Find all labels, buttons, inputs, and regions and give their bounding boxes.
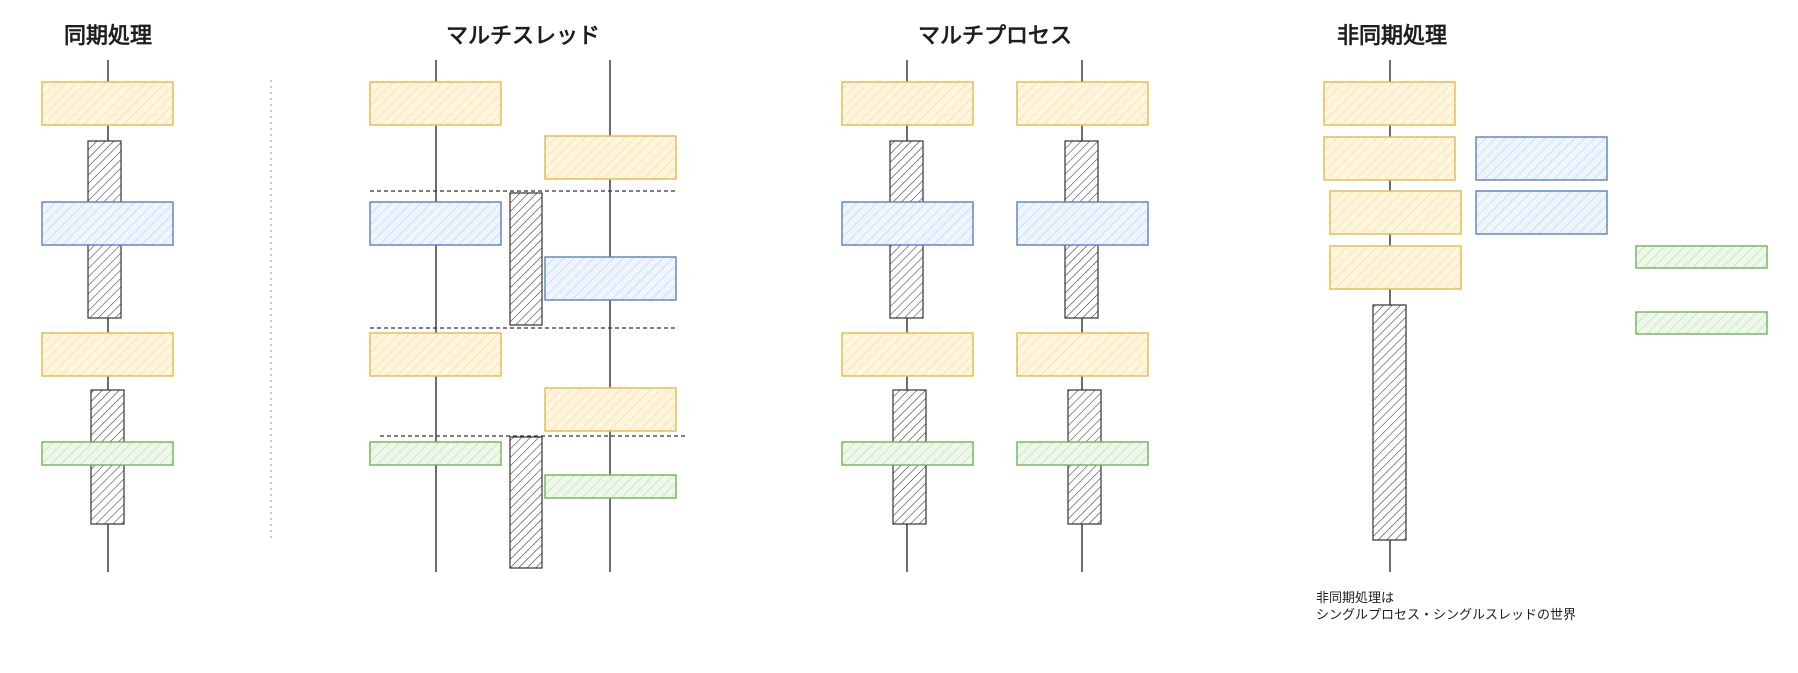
- task-block-green: [1635, 245, 1768, 269]
- async-note-line-2: シングルプロセス・シングルスレッドの世界: [1316, 608, 1577, 623]
- task-block-yellow: [841, 332, 974, 377]
- task-block-yellow: [544, 387, 677, 432]
- task-block-yellow: [1329, 190, 1462, 235]
- task-block-green: [369, 441, 502, 466]
- task-block-yellow: [41, 81, 174, 126]
- task-block-yellow: [1016, 332, 1149, 377]
- task-block-yellow: [544, 135, 677, 180]
- section-title-multithread: マルチスレッド: [445, 24, 601, 49]
- async-note-line-1: 非同期処理は: [1316, 591, 1395, 606]
- task-block-yellow: [1323, 81, 1456, 126]
- wait-block: [509, 436, 543, 569]
- task-block-blue: [1475, 190, 1608, 235]
- task-block-blue: [1475, 136, 1608, 181]
- task-block-blue: [41, 201, 174, 246]
- section-async: [1323, 60, 1768, 572]
- task-block-blue: [841, 201, 974, 246]
- section-title-sync: 同期処理: [63, 24, 153, 49]
- task-block-green: [544, 474, 677, 499]
- task-block-yellow: [369, 332, 502, 377]
- task-block-green: [1635, 311, 1768, 335]
- section-title-async: 非同期処理: [1336, 24, 1448, 49]
- task-block-yellow: [1016, 81, 1149, 126]
- task-block-yellow: [1323, 136, 1456, 181]
- task-block-yellow: [41, 332, 174, 377]
- task-block-green: [1016, 441, 1149, 466]
- task-block-yellow: [1329, 245, 1462, 290]
- section-title-multiprocess: マルチプロセス: [917, 24, 1073, 49]
- task-block-blue: [369, 201, 502, 246]
- task-block-yellow: [369, 81, 502, 126]
- section-sync: [41, 60, 174, 572]
- task-block-green: [841, 441, 974, 466]
- wait-block: [509, 192, 543, 326]
- task-block-yellow: [841, 81, 974, 126]
- task-block-green: [41, 441, 174, 466]
- async-note: 非同期処理は シングルプロセス・シングルスレッドの世界: [1316, 590, 1576, 624]
- task-block-blue: [1016, 201, 1149, 246]
- section-multiprocess: [841, 60, 1149, 572]
- task-block-blue: [544, 256, 677, 301]
- wait-block: [1372, 304, 1407, 541]
- section-multithread: [369, 60, 686, 572]
- diagram-svg: [41, 60, 1768, 572]
